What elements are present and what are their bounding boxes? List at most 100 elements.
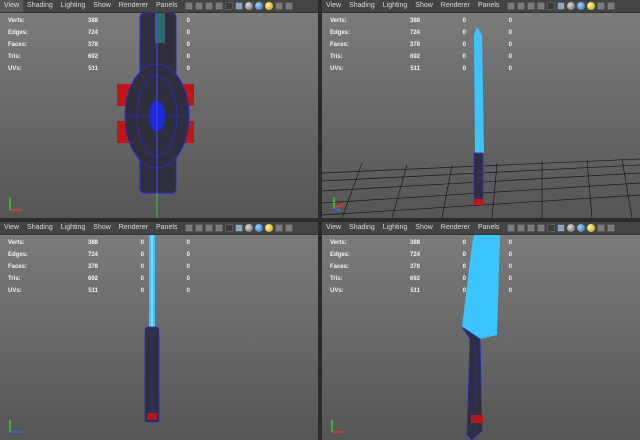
viewport-canvas[interactable]: Verts: 388 0 0 Edges: 724 0 0 Faces: 378… bbox=[322, 13, 640, 218]
isolate-icon[interactable] bbox=[275, 2, 284, 10]
xray-icon[interactable] bbox=[225, 2, 234, 10]
lights-icon[interactable] bbox=[265, 224, 274, 232]
viewport-top[interactable]: View Shading Lighting Show Renderer Pane… bbox=[0, 0, 318, 218]
menu-shading[interactable]: Shading bbox=[345, 0, 379, 12]
persp-view-model[interactable] bbox=[322, 13, 640, 218]
wireframe-icon[interactable] bbox=[235, 224, 244, 232]
xray-icon[interactable] bbox=[225, 224, 234, 232]
menu-renderer[interactable]: Renderer bbox=[115, 0, 152, 12]
viewport-persp[interactable]: View Shading Lighting Show Renderer Pane… bbox=[322, 0, 640, 218]
axis-icon bbox=[9, 198, 22, 211]
image-plane-icon[interactable] bbox=[537, 2, 546, 10]
menu-view[interactable]: View bbox=[0, 222, 23, 234]
isolate-icon[interactable] bbox=[597, 2, 606, 10]
bookmark-icon[interactable] bbox=[205, 224, 214, 232]
bookmark-icon[interactable] bbox=[527, 224, 536, 232]
isolate-icon[interactable] bbox=[275, 224, 284, 232]
axis-indicator bbox=[330, 416, 348, 434]
lights-icon[interactable] bbox=[587, 224, 596, 232]
lights-icon[interactable] bbox=[587, 2, 596, 10]
panel-toolbar bbox=[507, 224, 616, 232]
menu-view[interactable]: View bbox=[322, 0, 345, 12]
panel-menu-bar: View Shading Lighting Show Renderer Pane… bbox=[0, 0, 318, 13]
menu-shading[interactable]: Shading bbox=[23, 0, 57, 12]
viewport-canvas[interactable]: Verts: 388 0 0 Edges: 724 0 0 Faces: 378… bbox=[322, 235, 640, 440]
menu-view[interactable]: View bbox=[322, 222, 345, 234]
menu-panels[interactable]: Panels bbox=[152, 0, 181, 12]
axis-icon bbox=[333, 197, 345, 212]
textured-icon[interactable] bbox=[255, 2, 264, 10]
handle bbox=[461, 326, 483, 440]
panel-menu-bar: View Shading Lighting Show Renderer Pane… bbox=[0, 222, 318, 235]
menu-lighting[interactable]: Lighting bbox=[379, 222, 412, 234]
smooth-shade-icon[interactable] bbox=[567, 2, 576, 10]
menu-renderer[interactable]: Renderer bbox=[115, 222, 152, 234]
menu-show[interactable]: Show bbox=[411, 0, 437, 12]
axis-icon bbox=[9, 420, 22, 433]
axis-indicator bbox=[8, 416, 26, 434]
menu-panels[interactable]: Panels bbox=[152, 222, 181, 234]
bookmark-icon[interactable] bbox=[527, 2, 536, 10]
viewport-canvas[interactable]: Verts: 388 0 0 Edges: 724 0 0 Faces: 378… bbox=[0, 235, 318, 440]
menu-renderer[interactable]: Renderer bbox=[437, 0, 474, 12]
handle bbox=[473, 152, 484, 204]
menu-lighting[interactable]: Lighting bbox=[57, 222, 90, 234]
viewport-canvas[interactable]: Verts: 388 0 0 Edges: 724 0 0 Faces: 378… bbox=[0, 13, 318, 218]
side-view-model[interactable] bbox=[0, 235, 318, 440]
grid-icon[interactable] bbox=[517, 224, 526, 232]
grid-icon[interactable] bbox=[517, 2, 526, 10]
resolution-gate-icon[interactable] bbox=[607, 2, 616, 10]
menu-renderer[interactable]: Renderer bbox=[437, 222, 474, 234]
menu-shading[interactable]: Shading bbox=[23, 222, 57, 234]
panel-toolbar bbox=[185, 2, 294, 10]
grid-icon[interactable] bbox=[195, 2, 204, 10]
menu-lighting[interactable]: Lighting bbox=[57, 0, 90, 12]
menu-show[interactable]: Show bbox=[89, 222, 115, 234]
xray-icon[interactable] bbox=[547, 2, 556, 10]
image-plane-icon[interactable] bbox=[537, 224, 546, 232]
menu-show[interactable]: Show bbox=[411, 222, 437, 234]
grid-icon[interactable] bbox=[195, 224, 204, 232]
panel-menu-bar: View Shading Lighting Show Renderer Pane… bbox=[322, 222, 640, 235]
xray-icon[interactable] bbox=[547, 224, 556, 232]
smooth-shade-icon[interactable] bbox=[245, 224, 254, 232]
axis-icon bbox=[331, 420, 344, 433]
viewport-front[interactable]: View Shading Lighting Show Renderer Pane… bbox=[322, 222, 640, 440]
resolution-gate-icon[interactable] bbox=[607, 224, 616, 232]
camera-icon[interactable] bbox=[507, 2, 516, 10]
textured-icon[interactable] bbox=[577, 2, 586, 10]
menu-panels[interactable]: Panels bbox=[474, 222, 503, 234]
wireframe-icon[interactable] bbox=[235, 2, 244, 10]
front-view-model[interactable] bbox=[322, 235, 640, 440]
menu-shading[interactable]: Shading bbox=[345, 222, 379, 234]
wireframe-icon[interactable] bbox=[557, 224, 566, 232]
resolution-gate-icon[interactable] bbox=[285, 2, 294, 10]
panel-toolbar bbox=[185, 224, 294, 232]
menu-lighting[interactable]: Lighting bbox=[379, 0, 412, 12]
guard bbox=[471, 415, 483, 423]
smooth-shade-icon[interactable] bbox=[567, 224, 576, 232]
image-plane-icon[interactable] bbox=[215, 2, 224, 10]
textured-icon[interactable] bbox=[577, 224, 586, 232]
isolate-icon[interactable] bbox=[597, 224, 606, 232]
viewport-side[interactable]: View Shading Lighting Show Renderer Pane… bbox=[0, 222, 318, 440]
panel-toolbar bbox=[507, 2, 616, 10]
camera-icon[interactable] bbox=[185, 2, 194, 10]
menu-panels[interactable]: Panels bbox=[474, 0, 503, 12]
axis-indicator bbox=[8, 194, 26, 212]
menu-show[interactable]: Show bbox=[89, 0, 115, 12]
camera-icon[interactable] bbox=[507, 224, 516, 232]
top-view-model[interactable] bbox=[0, 13, 318, 218]
lights-icon[interactable] bbox=[265, 2, 274, 10]
blade bbox=[462, 235, 500, 339]
wireframe-icon[interactable] bbox=[557, 2, 566, 10]
image-plane-icon[interactable] bbox=[215, 224, 224, 232]
panel-menu-bar: View Shading Lighting Show Renderer Pane… bbox=[322, 0, 640, 13]
bookmark-icon[interactable] bbox=[205, 2, 214, 10]
smooth-shade-icon[interactable] bbox=[245, 2, 254, 10]
axis-indicator bbox=[330, 194, 348, 212]
resolution-gate-icon[interactable] bbox=[285, 224, 294, 232]
textured-icon[interactable] bbox=[255, 224, 264, 232]
camera-icon[interactable] bbox=[185, 224, 194, 232]
menu-view[interactable]: View bbox=[0, 0, 24, 12]
